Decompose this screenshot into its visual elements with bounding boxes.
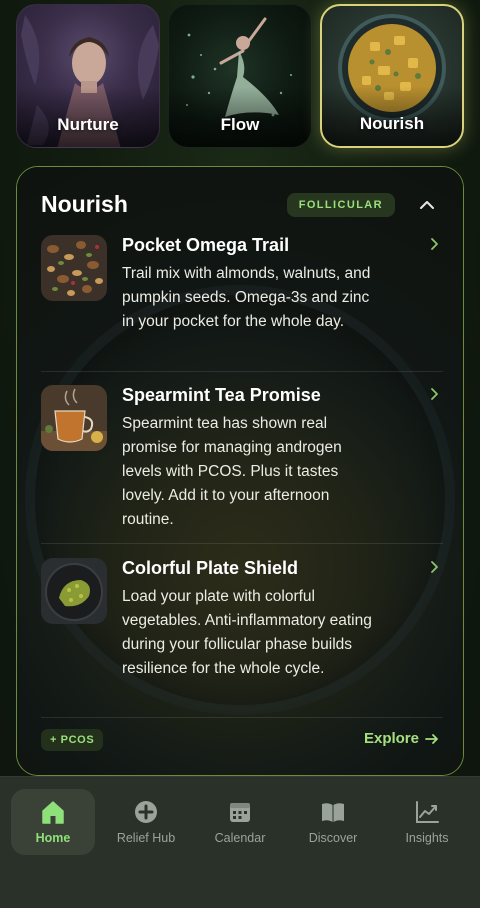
tile-nourish-label: Nourish	[359, 114, 425, 133]
chevron-up-icon[interactable]	[415, 193, 439, 217]
tile-nourish[interactable]: Nourish	[320, 4, 464, 148]
book-icon	[322, 803, 344, 822]
explore-link[interactable]: Explore	[364, 730, 439, 747]
category-tiles: Nurture Flow Nourish	[16, 4, 464, 148]
nav-label-insights: Insights	[405, 831, 449, 845]
nourish-card: Nourish FOLLICULAR Pocket Omega Trail Tr…	[16, 166, 464, 776]
tile-flow[interactable]: Flow	[168, 4, 312, 148]
nav-label-relief-hub: Relief Hub	[116, 831, 176, 845]
list-item-spearmint-tea-promise[interactable]: Spearmint Tea Promise Spearmint tea has …	[41, 385, 443, 535]
nav-item-relief-hub[interactable]: Relief Hub	[104, 789, 188, 855]
list-item-pocket-omega-trail[interactable]: Pocket Omega Trail Trail mix with almond…	[41, 235, 443, 365]
card-title: Nourish	[41, 191, 128, 217]
item-title: Colorful Plate Shield	[122, 558, 299, 578]
item-title: Spearmint Tea Promise	[122, 385, 321, 405]
item-description: Load your plate with colorful vegetables…	[122, 588, 372, 677]
item-divider	[41, 371, 443, 372]
plate-thumbnail	[41, 558, 107, 624]
item-title: Pocket Omega Trail	[122, 235, 290, 255]
plus-circle-icon	[135, 801, 157, 823]
nav-label-discover: Discover	[308, 831, 358, 845]
chart-icon	[416, 801, 439, 823]
explore-label: Explore	[363, 730, 419, 747]
item-divider	[41, 543, 443, 544]
card-header: Nourish FOLLICULAR	[41, 189, 443, 221]
item-description: Spearmint tea has shown real promise for…	[122, 415, 342, 528]
arrow-right-icon	[425, 733, 438, 744]
tea-cup-thumbnail	[41, 385, 107, 451]
bottom-nav: Home Relief Hub Calendar Discover Insigh…	[0, 776, 480, 908]
tile-nurture-label: Nurture	[57, 115, 119, 134]
calendar-icon	[230, 803, 250, 822]
footer-divider	[41, 717, 443, 718]
nav-label-home: Home	[35, 831, 71, 845]
home-icon	[42, 801, 64, 824]
phase-badge: FOLLICULAR	[286, 193, 395, 217]
chevron-right-icon[interactable]	[427, 560, 441, 574]
trail-mix-thumbnail	[41, 235, 107, 301]
nav-item-calendar[interactable]: Calendar	[198, 789, 282, 855]
tile-flow-label: Flow	[220, 115, 260, 134]
nav-item-home[interactable]: Home	[11, 789, 95, 855]
list-item-colorful-plate-shield[interactable]: Colorful Plate Shield Load your plate wi…	[41, 558, 443, 708]
nav-item-insights[interactable]: Insights	[385, 789, 469, 855]
item-description: Trail mix with almonds, walnuts, and pum…	[122, 265, 371, 330]
pcos-tag[interactable]: + PCOS	[41, 729, 104, 751]
chevron-right-icon[interactable]	[427, 387, 441, 401]
chevron-right-icon[interactable]	[427, 237, 441, 251]
tile-nurture[interactable]: Nurture	[16, 4, 160, 148]
nav-item-discover[interactable]: Discover	[291, 789, 375, 855]
nav-label-calendar: Calendar	[214, 831, 266, 845]
